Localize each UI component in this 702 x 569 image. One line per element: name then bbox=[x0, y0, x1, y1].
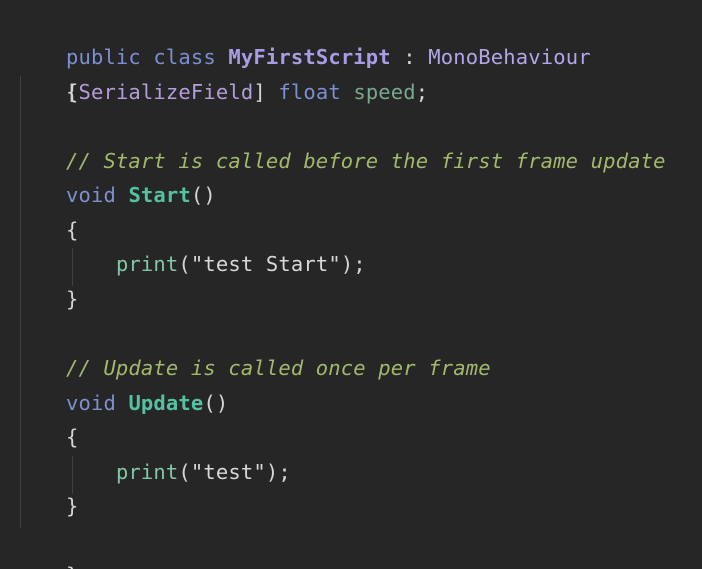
attribute-close-bracket: ] bbox=[253, 80, 266, 104]
code-line: [SerializeField] float speed; bbox=[16, 75, 428, 109]
attribute-open-bracket: [ bbox=[65, 80, 79, 104]
attribute-name: SerializeField bbox=[78, 80, 254, 104]
comment: // Update is called once per frame bbox=[65, 356, 491, 380]
function-call: print bbox=[115, 460, 179, 484]
string-literal: "test Start" bbox=[190, 252, 341, 276]
open-brace: { bbox=[65, 425, 79, 449]
method-name: Start bbox=[128, 183, 191, 207]
close-brace: } bbox=[65, 287, 79, 311]
code-line: { bbox=[16, 213, 78, 247]
function-call: print bbox=[115, 252, 179, 276]
field-name: speed bbox=[353, 80, 416, 104]
code-line: void Start() bbox=[16, 178, 216, 212]
code-editor[interactable]: public class MyFirstScript : MonoBehavio… bbox=[0, 0, 702, 569]
code-line: { bbox=[16, 420, 78, 454]
semicolon: ; bbox=[415, 80, 429, 104]
method-name: Update bbox=[128, 391, 204, 415]
open-brace: { bbox=[65, 218, 79, 242]
close-brace: } bbox=[65, 494, 79, 518]
keyword-void: void bbox=[65, 391, 116, 415]
base-class-name: MonoBehaviour bbox=[428, 45, 591, 69]
inheritance-colon: : bbox=[403, 45, 416, 69]
comment: // Start is called before the first fram… bbox=[65, 149, 666, 173]
close-paren-semicolon: ); bbox=[340, 252, 366, 276]
string-literal: "test" bbox=[190, 460, 266, 484]
parentheses: () bbox=[190, 183, 216, 207]
close-paren-semicolon: ); bbox=[265, 460, 291, 484]
code-line: print("test"); bbox=[16, 455, 291, 489]
keyword-float: float bbox=[278, 80, 341, 104]
code-line: // Update is called once per frame bbox=[16, 351, 491, 385]
open-paren: ( bbox=[178, 460, 191, 484]
parentheses: () bbox=[203, 391, 229, 415]
code-line: print("test Start"); bbox=[16, 247, 366, 281]
close-brace: } bbox=[66, 563, 79, 569]
code-line: // Start is called before the first fram… bbox=[16, 144, 666, 178]
code-line: } bbox=[16, 282, 78, 316]
code-line: { bbox=[16, 41, 78, 104]
class-name: MyFirstScript bbox=[228, 45, 391, 69]
code-line: } bbox=[16, 524, 78, 569]
open-paren: ( bbox=[178, 252, 191, 276]
code-line: public class MyFirstScript : MonoBehavio… bbox=[16, 6, 591, 69]
code-line: } bbox=[16, 489, 78, 523]
keyword-void: void bbox=[65, 183, 116, 207]
keyword-class: class bbox=[153, 45, 216, 69]
code-line: void Update() bbox=[16, 386, 228, 420]
